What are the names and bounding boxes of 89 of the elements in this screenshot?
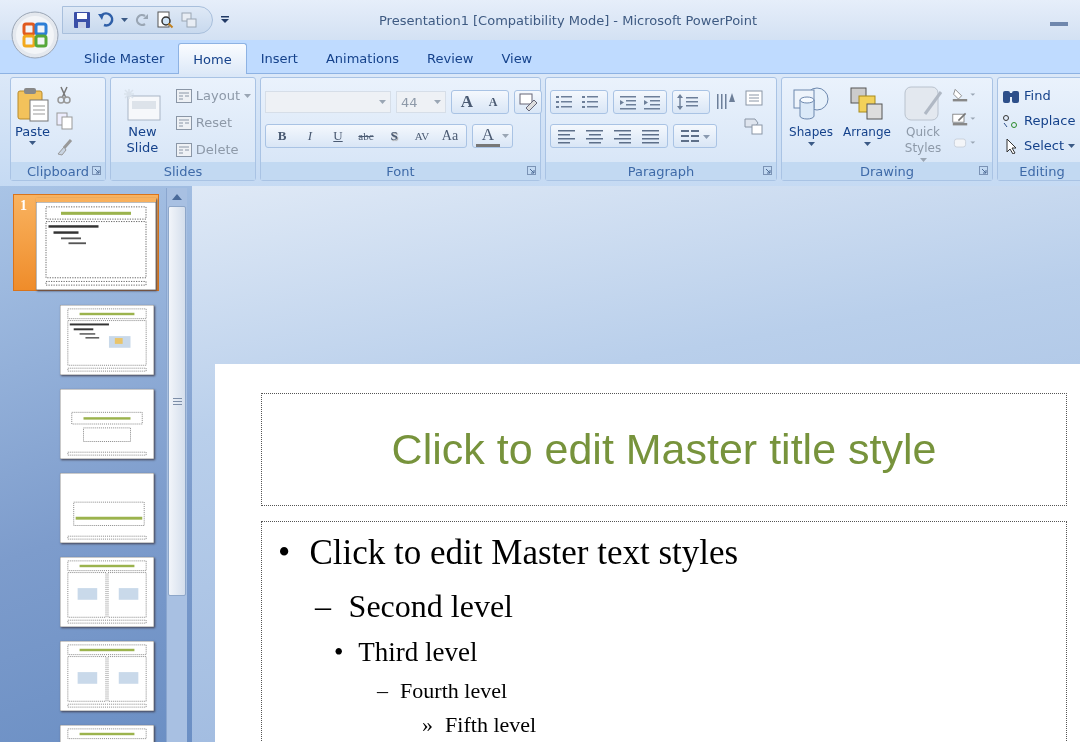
caret-icon	[502, 134, 509, 138]
redo-icon[interactable]	[134, 12, 150, 28]
bullet: –	[315, 587, 331, 626]
group-label: Slides	[163, 163, 203, 179]
fill-bucket-icon[interactable]	[952, 86, 976, 104]
customize-menu-icon[interactable]	[221, 16, 229, 24]
dialog-launcher-icon[interactable]	[763, 166, 772, 175]
bullet: •	[334, 636, 344, 669]
slide-thumbnail[interactable]	[60, 305, 154, 375]
slide-number: 1	[20, 198, 27, 214]
format-button[interactable]: Aa	[437, 126, 463, 146]
group-label: Editing	[1019, 163, 1065, 179]
caret-icon	[1068, 143, 1076, 148]
indent-icon[interactable]	[641, 93, 663, 111]
slide-thumbnail[interactable]	[60, 473, 154, 543]
vertical-scrollbar[interactable]	[166, 188, 187, 742]
paste-button[interactable]: Paste	[15, 82, 51, 162]
layout-icon	[175, 115, 192, 130]
scrollbar-thumb[interactable]	[168, 206, 186, 596]
caret-icon	[29, 141, 37, 145]
caret-icon	[863, 142, 871, 146]
clipboard-icon	[15, 86, 50, 122]
brush-icon[interactable]	[56, 138, 75, 156]
format-button[interactable]: I	[297, 126, 323, 146]
editing-command[interactable]: Replace	[1002, 111, 1076, 130]
slide-thumbnail[interactable]	[60, 641, 154, 711]
slide-title: Click to edit Master title style	[391, 425, 937, 474]
undo-icon[interactable]	[97, 11, 115, 29]
dialog-launcher-icon[interactable]	[527, 166, 536, 175]
body-text: Click to edit Master text styles	[309, 532, 739, 574]
drawing-button[interactable]: Shapes	[784, 82, 838, 162]
body-text: Second level	[348, 587, 513, 626]
body-text: Fourth level	[400, 677, 508, 705]
title-placeholder[interactable]: Click to edit Master title style	[261, 393, 1067, 506]
body-text: Third level	[358, 636, 478, 669]
shrink-font-button[interactable]: A	[481, 92, 505, 112]
bullet: »	[422, 712, 433, 738]
bullet: •	[278, 532, 291, 574]
grip-icon	[172, 397, 182, 405]
format-button[interactable]: AV	[409, 126, 435, 146]
caret-icon	[244, 93, 251, 98]
dialog-launcher-icon[interactable]	[979, 166, 988, 175]
window-title: Presentation1 [Compatibility Mode] - Microsoft PowerPoint	[379, 12, 758, 28]
ribbon-tab[interactable]: View	[487, 44, 547, 73]
scroll-up-icon[interactable]	[172, 194, 182, 200]
layout-icon	[175, 142, 192, 157]
outline-pen-icon[interactable]	[952, 110, 976, 128]
caret-icon	[121, 18, 128, 22]
group-label: Clipboard	[26, 163, 90, 179]
editing-command[interactable]: Find	[1002, 86, 1076, 105]
caret-icon	[807, 142, 815, 146]
ribbon-tab[interactable]: Home	[178, 43, 247, 74]
quick-styles-icon	[903, 86, 943, 122]
font-name-field[interactable]	[265, 91, 391, 113]
indent-icon[interactable]	[617, 93, 639, 111]
caret-icon	[434, 100, 441, 104]
new-slide-button[interactable]: New Slide	[115, 82, 170, 162]
grow-font-button[interactable]: A	[455, 92, 479, 112]
text-placeholder[interactable]: • Click to edit Master text styles – Second level • Third level – Fourth level » Fifth level	[261, 521, 1067, 742]
ribbon-tab[interactable]: Review	[413, 44, 488, 73]
group-label: Drawing	[859, 163, 915, 179]
save-icon[interactable]	[73, 11, 91, 29]
slide-thumbnail[interactable]	[60, 389, 154, 459]
shapes-icon	[791, 86, 831, 122]
text-direction-icon[interactable]	[715, 92, 737, 112]
scissors-icon[interactable]	[56, 86, 73, 104]
layout-icon	[175, 88, 192, 103]
group-label: Paragraph	[627, 163, 695, 179]
group-label: Font	[386, 163, 415, 179]
new-slide-icon	[122, 88, 163, 122]
slide-thumbnail[interactable]	[60, 557, 154, 627]
body-text: Fifth level	[445, 712, 537, 738]
ribbon-tab[interactable]: Slide Master	[70, 44, 179, 73]
format-button[interactable]: S	[381, 126, 407, 146]
smartart-icon[interactable]	[743, 116, 765, 136]
replace-icon	[1002, 112, 1020, 129]
clear-formatting-icon[interactable]	[518, 93, 538, 111]
ribbon-tab[interactable]: Animations	[311, 44, 413, 73]
format-button[interactable]: abc	[353, 126, 379, 146]
format-button[interactable]: B	[269, 126, 295, 146]
drawing-button[interactable]: Arrange	[840, 82, 894, 162]
editing-command[interactable]: Select	[1002, 136, 1076, 155]
caret-icon	[379, 100, 386, 104]
print-preview-icon[interactable]	[156, 11, 174, 29]
bullet: –	[377, 677, 388, 705]
copy-icon[interactable]	[56, 112, 75, 130]
format-button[interactable]: U	[325, 126, 351, 146]
dialog-launcher-icon[interactable]	[92, 166, 101, 175]
ribbon-tab[interactable]: Insert	[246, 44, 312, 73]
